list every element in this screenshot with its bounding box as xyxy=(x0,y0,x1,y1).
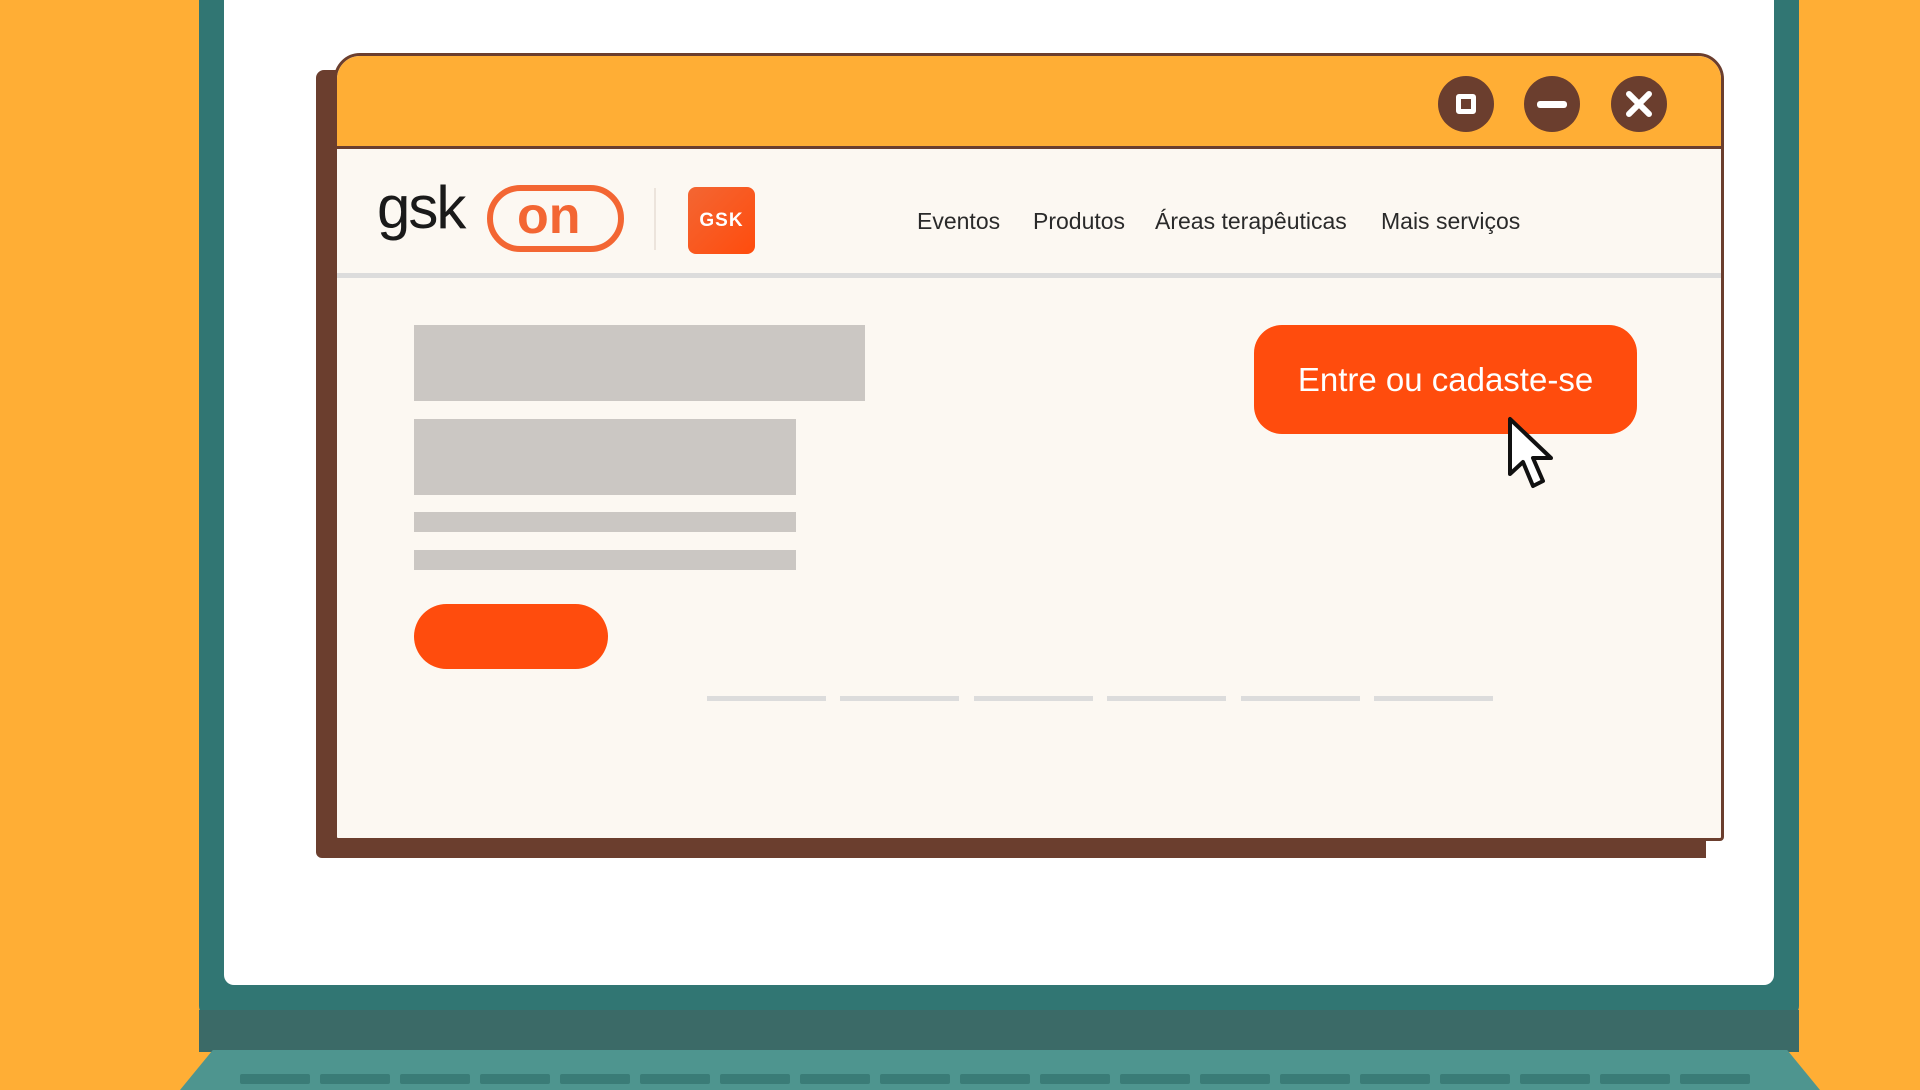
nav-produtos[interactable]: Produtos xyxy=(1033,208,1125,235)
nav-areas-terapeuticas[interactable]: Áreas terapêuticas xyxy=(1155,208,1347,235)
keyboard-key xyxy=(1440,1074,1510,1084)
header-divider xyxy=(337,273,1721,278)
keyboard-key xyxy=(1040,1074,1110,1084)
nav-mais-servicos[interactable]: Mais serviços xyxy=(1381,208,1520,235)
placeholder-button[interactable] xyxy=(414,604,608,669)
placeholder-subheading xyxy=(414,419,796,495)
gsk-badge-logo[interactable]: GSK xyxy=(688,187,755,254)
keyboard-key xyxy=(1200,1074,1270,1084)
keyboard-key xyxy=(320,1074,390,1084)
laptop-hinge xyxy=(199,1010,1799,1052)
keyboard-key xyxy=(960,1074,1030,1084)
gsk-on-logo-text[interactable]: gsk xyxy=(377,178,466,238)
keyboard-key xyxy=(400,1074,470,1084)
login-signup-button[interactable]: Entre ou cadaste-se xyxy=(1254,325,1637,434)
carousel-indicator[interactable] xyxy=(840,696,959,701)
maximize-button[interactable] xyxy=(1438,76,1494,132)
keyboard-key xyxy=(880,1074,950,1084)
keyboard-key xyxy=(560,1074,630,1084)
placeholder-heading xyxy=(414,325,865,401)
logo-divider xyxy=(654,188,656,250)
keyboard-key xyxy=(1600,1074,1670,1084)
keyboard-key xyxy=(480,1074,550,1084)
maximize-icon xyxy=(1456,94,1476,114)
mouse-cursor-icon xyxy=(1508,417,1553,488)
carousel-indicator[interactable] xyxy=(1107,696,1226,701)
keyboard-key xyxy=(1680,1074,1750,1084)
close-button[interactable] xyxy=(1611,76,1667,132)
keyboard-key xyxy=(800,1074,870,1084)
keyboard-key xyxy=(640,1074,710,1084)
carousel-indicator[interactable] xyxy=(974,696,1093,701)
placeholder-text-line xyxy=(414,512,796,532)
keyboard-key xyxy=(720,1074,790,1084)
gsk-on-logo-on: on xyxy=(517,187,581,245)
laptop-keyboard xyxy=(180,1050,1820,1090)
carousel-indicator[interactable] xyxy=(1241,696,1360,701)
close-icon xyxy=(1626,91,1652,117)
carousel-indicator[interactable] xyxy=(1374,696,1493,701)
keyboard-key xyxy=(1280,1074,1350,1084)
minimize-button[interactable] xyxy=(1524,76,1580,132)
window-titlebar xyxy=(337,56,1721,149)
keyboard-key xyxy=(240,1074,310,1084)
minimize-icon xyxy=(1537,100,1567,108)
carousel-indicator[interactable] xyxy=(707,696,826,701)
keyboard-key xyxy=(1360,1074,1430,1084)
keyboard-key xyxy=(1120,1074,1190,1084)
placeholder-text-line xyxy=(414,550,796,570)
browser-window: gsk on GSK Eventos Produtos Áreas terapê… xyxy=(334,53,1724,841)
nav-eventos[interactable]: Eventos xyxy=(917,208,1000,235)
keyboard-key xyxy=(1520,1074,1590,1084)
